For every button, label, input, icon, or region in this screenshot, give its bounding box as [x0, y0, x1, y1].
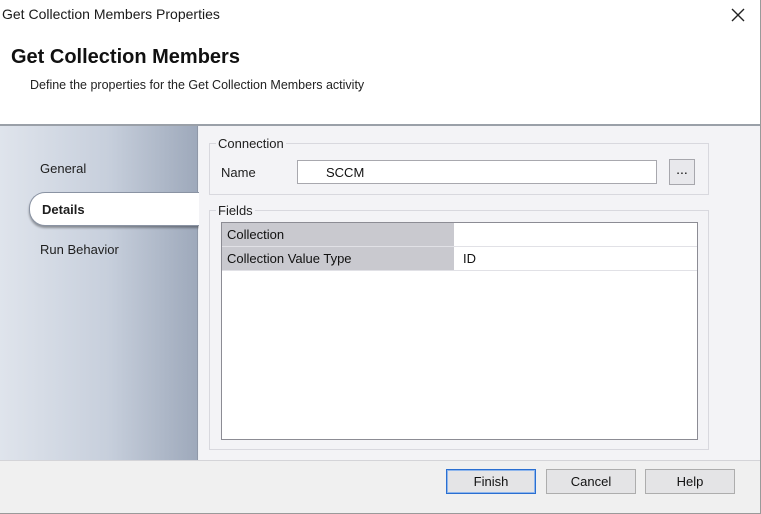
- title-bar: Get Collection Members Properties: [0, 0, 760, 30]
- fields-grid[interactable]: Collection Collection Value Type ID: [221, 222, 698, 440]
- close-button[interactable]: [720, 0, 756, 30]
- field-key: Collection Value Type: [222, 247, 455, 270]
- page-subtitle: Define the properties for the Get Collec…: [30, 78, 365, 92]
- sidebar-item-run-behavior[interactable]: Run Behavior: [40, 242, 119, 257]
- wizard-header: Get Collection Members Define the proper…: [0, 30, 760, 124]
- details-panel: Connection Name SCCM ... Fields Collecti…: [199, 126, 760, 460]
- cancel-button[interactable]: Cancel: [546, 469, 636, 494]
- sidebar-nav: General Details Run Behavior: [0, 126, 199, 460]
- connection-group-title: Connection: [216, 136, 286, 151]
- fields-group-title: Fields: [216, 203, 255, 218]
- finish-button[interactable]: Finish: [446, 469, 536, 494]
- field-key: Collection: [222, 223, 455, 246]
- page-title: Get Collection Members: [11, 46, 240, 68]
- close-icon: [731, 8, 745, 22]
- window-title: Get Collection Members Properties: [2, 6, 220, 22]
- dialog-window: Get Collection Members Properties Get Co…: [0, 0, 761, 514]
- connection-name-label: Name: [221, 165, 256, 180]
- field-value[interactable]: [459, 223, 463, 246]
- body-area: General Details Run Behavior Connection …: [0, 126, 760, 460]
- sidebar-item-details[interactable]: Details: [29, 192, 199, 226]
- table-row[interactable]: Collection: [222, 223, 697, 247]
- field-value[interactable]: ID: [459, 247, 476, 270]
- sidebar-item-general[interactable]: General: [40, 161, 86, 176]
- dialog-footer: Finish Cancel Help: [0, 460, 760, 513]
- help-button[interactable]: Help: [645, 469, 735, 494]
- browse-connection-button[interactable]: ...: [669, 159, 695, 185]
- connection-name-input[interactable]: SCCM: [297, 160, 657, 184]
- table-row[interactable]: Collection Value Type ID: [222, 247, 697, 271]
